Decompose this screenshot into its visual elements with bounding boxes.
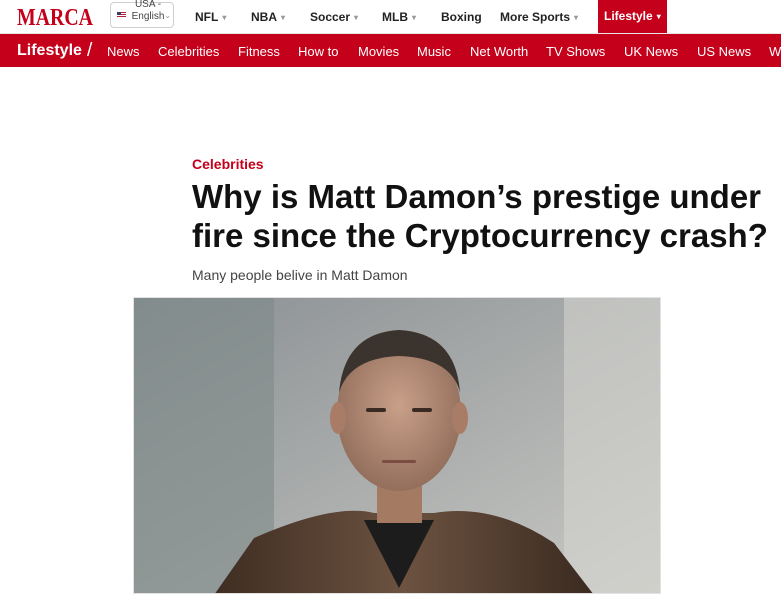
nav-boxing-label: Boxing: [441, 10, 482, 24]
article-hero-image: [133, 297, 661, 594]
nav-boxing[interactable]: Boxing: [441, 10, 482, 24]
subnav-item-net-worth[interactable]: Net Worth: [470, 44, 528, 59]
section-divider: /: [87, 40, 93, 61]
subnav-item-us-news[interactable]: US News: [697, 44, 751, 59]
nav-nba-label: NBA: [251, 10, 277, 24]
nav-soccer-label: Soccer: [310, 10, 351, 24]
nav-mlb-label: MLB: [382, 10, 408, 24]
nav-nfl[interactable]: NFL ▾: [195, 10, 226, 24]
subnav-item-more[interactable]: W: [769, 44, 781, 59]
subnav-item-tv-shows[interactable]: TV Shows: [546, 44, 605, 59]
nav-lifestyle-label: Lifestyle: [604, 9, 653, 23]
top-navigation-bar: MARCA USA - English ⌄ NFL ▾ NBA ▾ Soccer ▾ …: [0, 0, 781, 34]
subnav-item-news[interactable]: News: [107, 44, 140, 59]
chevron-down-icon: ▾: [222, 13, 227, 22]
chevron-down-icon: ▾: [281, 13, 286, 22]
chevron-down-icon: ▾: [412, 13, 417, 22]
section-title[interactable]: Lifestyle: [17, 42, 82, 60]
nav-nba[interactable]: NBA ▾: [251, 10, 285, 24]
nav-more-sports[interactable]: More Sports ▾: [500, 10, 578, 24]
subnav-item-movies[interactable]: Movies: [358, 44, 399, 59]
subnav-item-uk-news[interactable]: UK News: [624, 44, 678, 59]
subnav-item-music[interactable]: Music: [417, 44, 451, 59]
chevron-down-icon: ▾: [354, 13, 359, 22]
language-selector[interactable]: USA - English ⌄: [110, 0, 174, 28]
nav-more-sports-label: More Sports: [500, 10, 571, 24]
portrait-photo: [134, 298, 660, 593]
chevron-down-icon: ⌄: [164, 11, 171, 20]
section-navigation-bar: Lifestyle / News Celebrities Fitness How…: [0, 34, 781, 67]
chevron-down-icon: ▾: [656, 12, 661, 21]
chevron-down-icon: ▾: [574, 13, 579, 22]
subnav-item-how-to[interactable]: How to: [298, 44, 338, 59]
nav-mlb[interactable]: MLB ▾: [382, 10, 416, 24]
nav-soccer[interactable]: Soccer ▾: [310, 10, 358, 24]
article-headline: Why is Matt Damon’s prestige under fire …: [192, 178, 768, 254]
language-label: USA - English: [131, 0, 165, 22]
subnav-item-celebrities[interactable]: Celebrities: [158, 44, 219, 59]
nav-lifestyle[interactable]: Lifestyle ▾: [598, 0, 667, 33]
subnav-item-fitness[interactable]: Fitness: [238, 44, 280, 59]
article-subtitle: Many people belive in Matt Damon: [192, 267, 408, 283]
article-category[interactable]: Celebrities: [192, 156, 264, 172]
svg-text:MARCA: MARCA: [17, 5, 93, 28]
marca-logo[interactable]: MARCA: [17, 4, 93, 28]
nav-nfl-label: NFL: [195, 10, 219, 24]
us-flag-icon: [117, 12, 126, 18]
